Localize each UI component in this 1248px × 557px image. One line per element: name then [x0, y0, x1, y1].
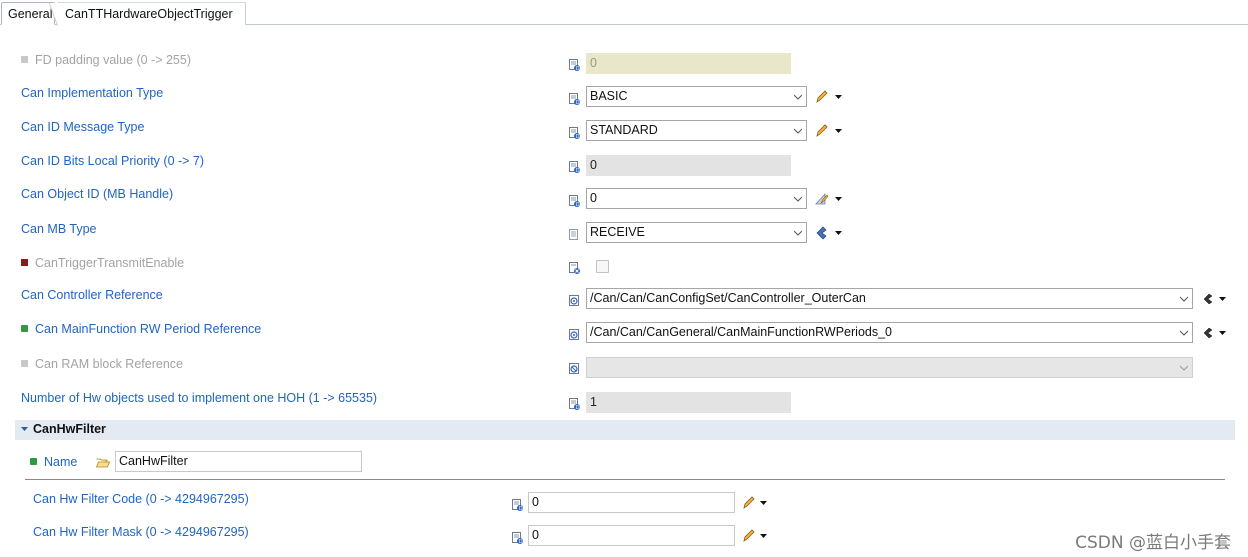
parameter-info-icon[interactable]: D [569, 93, 580, 105]
id-msg-type-select[interactable]: STANDARD [586, 120, 807, 141]
section-divider [25, 479, 1225, 480]
svg-text:D: D [576, 202, 580, 207]
parameter-info-icon[interactable]: D [569, 398, 580, 410]
mb-type-select[interactable]: RECEIVE [586, 222, 807, 243]
reference-action-dropdown[interactable] [1202, 292, 1232, 306]
chevron-down-icon [1180, 296, 1188, 302]
chevron-down-icon [1180, 330, 1188, 336]
calculate-dropdown[interactable] [815, 192, 845, 206]
filter-code-label: Can Hw Filter Code (0 -> 4294967295) [33, 492, 249, 506]
id-bits-priority-field: 0 [586, 155, 791, 176]
chevron-down-icon [1180, 365, 1188, 371]
parameter-info-icon[interactable] [569, 229, 580, 241]
fd-padding-field: 0 [586, 53, 791, 74]
parameter-info-icon[interactable]: D [569, 59, 580, 71]
object-id-select[interactable]: 0 [586, 188, 807, 209]
ram-block-ref-label: Can RAM block Reference [21, 357, 183, 371]
chevron-down-icon [794, 230, 802, 236]
controller-ref-select[interactable]: /Can/Can/CanConfigSet/CanController_Oute… [586, 288, 1193, 309]
disabled-marker-icon [21, 56, 28, 63]
svg-text:D: D [576, 134, 580, 139]
parameter-info-icon[interactable]: D [512, 499, 523, 511]
svg-text:D: D [576, 168, 580, 173]
reference-action-dropdown[interactable] [1202, 326, 1232, 340]
canhwfilter-section-header[interactable]: CanHwFilter [15, 420, 1235, 440]
hw-objects-label: Number of Hw objects used to implement o… [21, 391, 378, 405]
parameter-info-icon[interactable]: D [512, 532, 523, 544]
parameter-info-icon[interactable]: D [569, 127, 580, 139]
folder-open-icon [95, 457, 111, 468]
chevron-down-icon [794, 94, 802, 100]
mainfunction-ref-select[interactable]: /Can/Can/CanGeneral/CanMainFunctionRWPer… [586, 322, 1193, 343]
fd-padding-label: FD padding value (0 -> 255) [21, 53, 191, 67]
collapse-triangle-icon[interactable] [21, 427, 28, 432]
filter-mask-label: Can Hw Filter Mask (0 -> 4294967295) [33, 525, 249, 539]
watermark-text: CSDN @蓝白小手套 [1075, 533, 1231, 553]
ok-marker-icon [30, 458, 37, 465]
chevron-down-icon [794, 196, 802, 202]
mainfunction-ref-label: Can MainFunction RW Period Reference [21, 322, 261, 336]
impl-type-label: Can Implementation Type [21, 86, 164, 100]
disabled-marker-icon [21, 360, 28, 367]
filter-code-input[interactable]: 0 [528, 492, 735, 513]
id-bits-priority-label: Can ID Bits Local Priority (0 -> 7) [21, 154, 205, 168]
edit-pencil-dropdown[interactable] [742, 496, 772, 510]
trigger-transmit-checkbox[interactable] [596, 260, 609, 273]
object-id-label: Can Object ID (MB Handle) [21, 187, 174, 201]
chevron-down-icon [794, 128, 802, 134]
svg-text:D: D [576, 405, 580, 410]
svg-text:D: D [519, 539, 523, 544]
mb-type-label: Can MB Type [21, 222, 97, 236]
parameter-info-icon[interactable]: D [569, 161, 580, 173]
section-title: CanHwFilter [33, 422, 106, 436]
error-marker-icon [21, 259, 28, 266]
svg-text:D: D [519, 506, 523, 511]
svg-text:D: D [576, 66, 580, 71]
tab-general[interactable]: General [1, 2, 55, 25]
filter-mask-input[interactable]: 0 [528, 525, 735, 546]
reference-icon[interactable] [569, 329, 580, 341]
edit-pencil-dropdown[interactable] [815, 124, 845, 138]
derive-value-dropdown[interactable] [815, 226, 845, 240]
edit-pencil-dropdown[interactable] [815, 90, 845, 104]
id-msg-type-label: Can ID Message Type [21, 120, 145, 134]
reference-locked-icon[interactable] [569, 363, 580, 375]
parameter-locked-icon[interactable] [569, 262, 580, 274]
edit-pencil-dropdown[interactable] [742, 529, 772, 543]
ram-block-ref-select [586, 357, 1193, 378]
tab-bar: General CanTTHardwareObjectTrigger [0, 0, 1248, 25]
filter-name-input[interactable]: CanHwFilter [115, 451, 362, 472]
trigger-transmit-label: CanTriggerTransmitEnable [21, 256, 184, 270]
reference-icon[interactable] [569, 295, 580, 307]
filter-name-label: Name [30, 455, 77, 469]
hw-objects-field: 1 [586, 392, 791, 413]
ok-marker-icon [21, 325, 28, 332]
impl-type-select[interactable]: BASIC [586, 86, 807, 107]
controller-ref-label: Can Controller Reference [21, 288, 163, 302]
parameter-info-icon[interactable]: D [569, 195, 580, 207]
svg-text:D: D [576, 100, 580, 105]
tab-cantthardwareobjecttrigger[interactable]: CanTTHardwareObjectTrigger [58, 2, 246, 25]
